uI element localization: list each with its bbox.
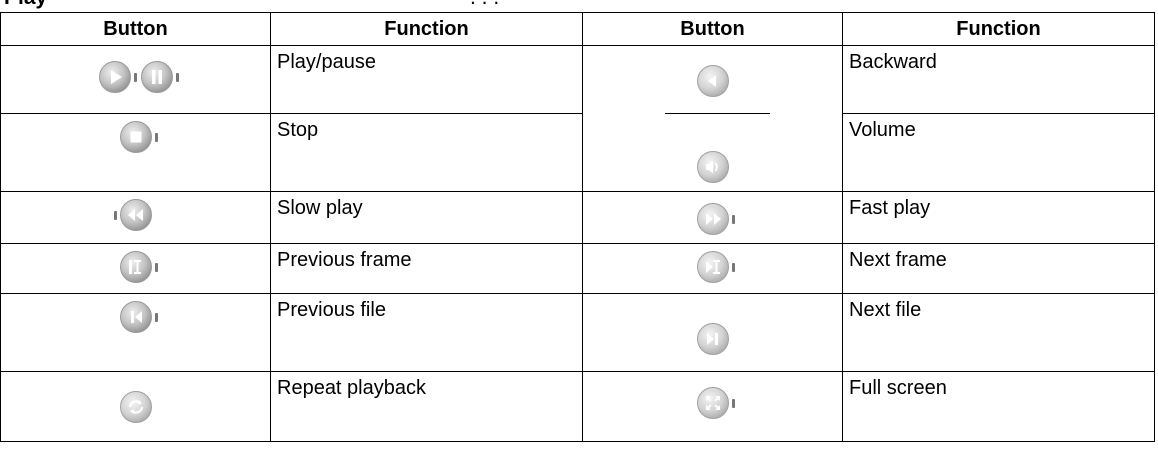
button-cell [0,293,271,372]
function-cell: Slow play [270,191,583,244]
play-icon[interactable] [98,60,137,94]
button-cell [582,243,843,294]
full-screen-icon[interactable] [696,386,735,420]
function-cell: Repeat playback [270,371,583,442]
next-file-icon[interactable] [696,322,730,356]
header-button-1: Button [0,12,271,46]
function-cell: Previous file [270,293,583,372]
cell-border-gap [583,113,665,116]
pause-icon[interactable] [140,60,179,94]
cut-off-sentence: . . . [470,0,499,10]
button-cell [582,293,843,372]
repeat-playback-icon[interactable] [119,390,153,424]
cell-border-gap [770,113,842,116]
header-function-1: Function [270,12,583,46]
function-cell: Next file [842,293,1155,372]
volume-icon[interactable] [696,150,730,184]
function-cell: Full screen [842,371,1155,442]
function-cell: Volume [842,113,1155,192]
backward-icon[interactable] [696,64,730,98]
table-row: Stop Volume [0,113,1155,192]
table-header-row: Button Function Button Function [0,12,1155,46]
button-cell [582,113,843,192]
button-function-table: Button Function Button Function Play/pau… [0,12,1155,442]
table-row: Play/pause Backward [0,45,1155,114]
button-cell [0,371,271,442]
button-cell [582,191,843,244]
fast-play-icon[interactable] [696,202,735,236]
slow-play-icon[interactable] [113,198,153,232]
header-function-2: Function [842,12,1155,46]
cut-off-heading: Play [4,0,47,10]
button-cell [582,371,843,442]
header-button-2: Button [582,12,843,46]
table-row: Previous file Next file [0,293,1155,372]
function-cell: Fast play [842,191,1155,244]
button-cell [0,243,271,294]
table-row: Previous frame Next frame [0,243,1155,294]
previous-file-icon[interactable] [119,300,158,334]
button-cell [582,45,843,114]
button-cell [0,113,271,192]
button-cell [0,45,271,114]
table-row: Repeat playback Full screen [0,371,1155,442]
function-cell: Previous frame [270,243,583,294]
stop-icon[interactable] [119,120,158,154]
button-cell [0,191,271,244]
function-cell: Play/pause [270,45,583,114]
next-frame-icon[interactable] [696,250,735,284]
function-cell: Backward [842,45,1155,114]
previous-frame-icon[interactable] [119,250,158,284]
table-row: Slow play Fast play [0,191,1155,244]
function-cell: Stop [270,113,583,192]
function-cell: Next frame [842,243,1155,294]
